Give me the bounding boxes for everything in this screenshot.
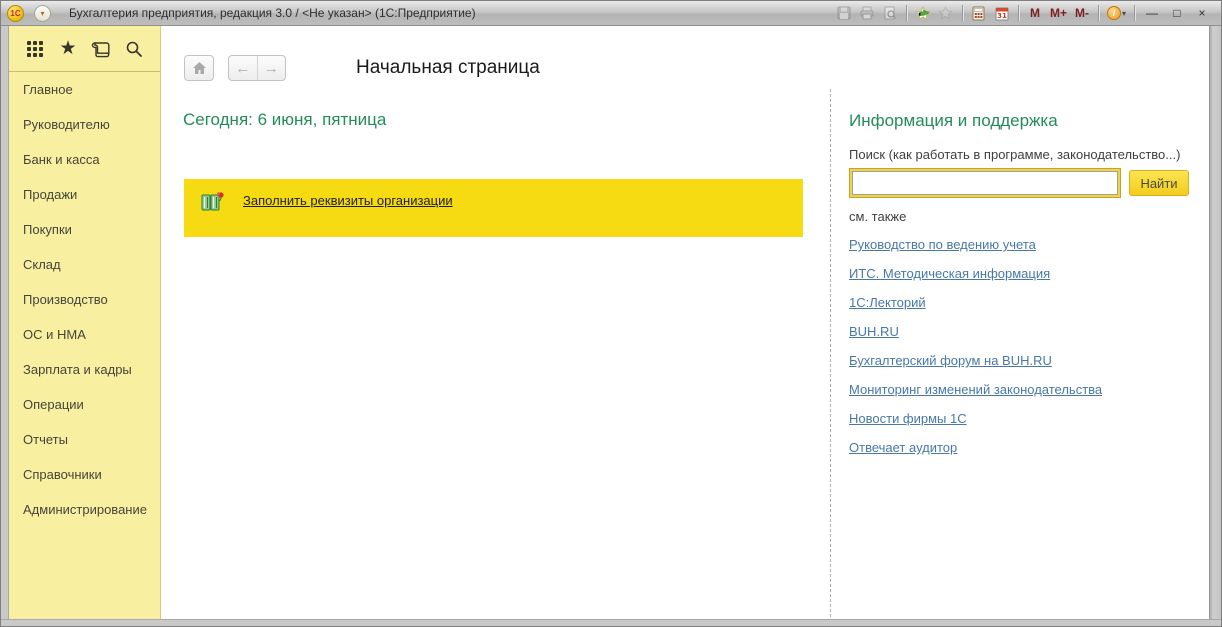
find-button[interactable]: Найти bbox=[1129, 170, 1189, 196]
support-search-label: Поиск (как работать в программе, законод… bbox=[849, 147, 1180, 162]
info-icon: i bbox=[1107, 6, 1121, 20]
sidebar-menu-item[interactable]: Покупки bbox=[9, 212, 160, 247]
window-frame-left bbox=[1, 26, 9, 619]
column-separator bbox=[830, 89, 831, 619]
back-button[interactable]: ← bbox=[229, 56, 258, 80]
support-search-field-frame bbox=[849, 168, 1121, 198]
page-title: Начальная страница bbox=[356, 57, 540, 79]
history-scroll-icon[interactable] bbox=[91, 39, 111, 59]
favorites-star-icon[interactable]: ★ bbox=[58, 39, 78, 59]
support-link[interactable]: Руководство по ведению учета bbox=[849, 237, 1102, 266]
sidebar-panel-icons: ★ bbox=[9, 26, 160, 72]
sidebar-menu-item[interactable]: Продажи bbox=[9, 177, 160, 212]
support-links: Руководство по ведению учета ИТС. Методи… bbox=[849, 237, 1102, 469]
print-preview-icon[interactable] bbox=[880, 3, 900, 23]
window-body: ★ Главное Руководителю Банк и касса bbox=[1, 26, 1221, 619]
sidebar-menu-item[interactable]: Зарплата и кадры bbox=[9, 352, 160, 387]
sidebar-menu-item[interactable]: Производство bbox=[9, 282, 160, 317]
maximize-button[interactable]: □ bbox=[1166, 3, 1188, 23]
support-link[interactable]: Мониторинг изменений законодательства bbox=[849, 382, 1102, 411]
support-link[interactable]: ИТС. Методическая информация bbox=[849, 266, 1102, 295]
sidebar-menu: Главное Руководителю Банк и касса Продаж… bbox=[9, 72, 160, 527]
titlebar: 1С ▾ Бухгалтерия предприятия, редакция 3… bbox=[1, 1, 1221, 26]
favorites-icon[interactable] bbox=[936, 3, 956, 23]
sidebar-menu-item[interactable]: ОС и НМА bbox=[9, 317, 160, 352]
sidebar-menu-item[interactable]: Склад bbox=[9, 247, 160, 282]
sidebar-menu-item[interactable]: Отчеты bbox=[9, 422, 160, 457]
save-icon[interactable] bbox=[834, 3, 854, 23]
sidebar: ★ Главное Руководителю Банк и касса bbox=[9, 26, 161, 619]
svg-text:31: 31 bbox=[997, 12, 1007, 20]
sidebar-menu-item[interactable]: Главное bbox=[9, 72, 160, 107]
toolbar-separator bbox=[906, 5, 907, 21]
support-link[interactable]: Бухгалтерский форум на BUH.RU bbox=[849, 353, 1102, 382]
memory-subtract-button[interactable]: M- bbox=[1072, 3, 1092, 23]
today-label: Сегодня: 6 июня, пятница bbox=[183, 110, 386, 130]
support-header: Информация и поддержка bbox=[849, 111, 1058, 131]
app-logo-icon: 1С bbox=[7, 5, 24, 22]
see-also-label: см. также bbox=[849, 209, 906, 224]
add-favorite-icon[interactable] bbox=[913, 3, 933, 23]
toolbar-separator bbox=[962, 5, 963, 21]
sidebar-menu-item[interactable]: Руководителю bbox=[9, 107, 160, 142]
organization-icon bbox=[201, 191, 225, 218]
main-area: ← → Начальная страница Сегодня: 6 июня, … bbox=[161, 26, 1209, 619]
close-button[interactable]: × bbox=[1191, 3, 1213, 23]
print-icon[interactable] bbox=[857, 3, 877, 23]
main-menu-button[interactable]: ▾ bbox=[34, 5, 51, 22]
support-link[interactable]: Новости фирмы 1С bbox=[849, 411, 1102, 440]
support-link[interactable]: 1С:Лекторий bbox=[849, 295, 1102, 324]
calculator-icon[interactable] bbox=[969, 3, 989, 23]
sidebar-menu-item[interactable]: Администрирование bbox=[9, 492, 160, 527]
sidebar-menu-item[interactable]: Банк и касса bbox=[9, 142, 160, 177]
support-link[interactable]: Отвечает аудитор bbox=[849, 440, 1102, 469]
sidebar-menu-item[interactable]: Справочники bbox=[9, 457, 160, 492]
support-link[interactable]: BUH.RU bbox=[849, 324, 1102, 353]
titlebar-tools: 31 M M+ M- i ▾ — □ × bbox=[834, 3, 1213, 23]
memory-recall-button[interactable]: M bbox=[1025, 3, 1045, 23]
sidebar-menu-item[interactable]: Операции bbox=[9, 387, 160, 422]
window-frame-bottom bbox=[1, 619, 1221, 626]
forward-button[interactable]: → bbox=[258, 56, 286, 80]
info-button[interactable]: i ▾ bbox=[1105, 3, 1128, 23]
navigation-buttons: ← → bbox=[228, 55, 286, 81]
minimize-button[interactable]: — bbox=[1141, 3, 1163, 23]
toolbar-separator bbox=[1098, 5, 1099, 21]
memory-add-button[interactable]: M+ bbox=[1048, 3, 1069, 23]
sections-grid-icon[interactable] bbox=[25, 39, 45, 59]
window-frame-right bbox=[1209, 26, 1221, 619]
calendar-icon[interactable]: 31 bbox=[992, 3, 1012, 23]
support-search-input[interactable] bbox=[852, 171, 1118, 195]
toolbar-separator bbox=[1134, 5, 1135, 21]
app-window: 1С ▾ Бухгалтерия предприятия, редакция 3… bbox=[0, 0, 1222, 627]
window-title: Бухгалтерия предприятия, редакция 3.0 / … bbox=[69, 6, 476, 20]
toolbar-separator bbox=[1018, 5, 1019, 21]
chevron-down-icon: ▾ bbox=[1122, 9, 1126, 18]
search-icon[interactable] bbox=[124, 39, 144, 59]
org-requisites-banner: Заполнить реквизиты организации bbox=[184, 179, 803, 237]
home-button[interactable] bbox=[184, 55, 214, 81]
fill-org-requisites-link[interactable]: Заполнить реквизиты организации bbox=[243, 193, 453, 208]
